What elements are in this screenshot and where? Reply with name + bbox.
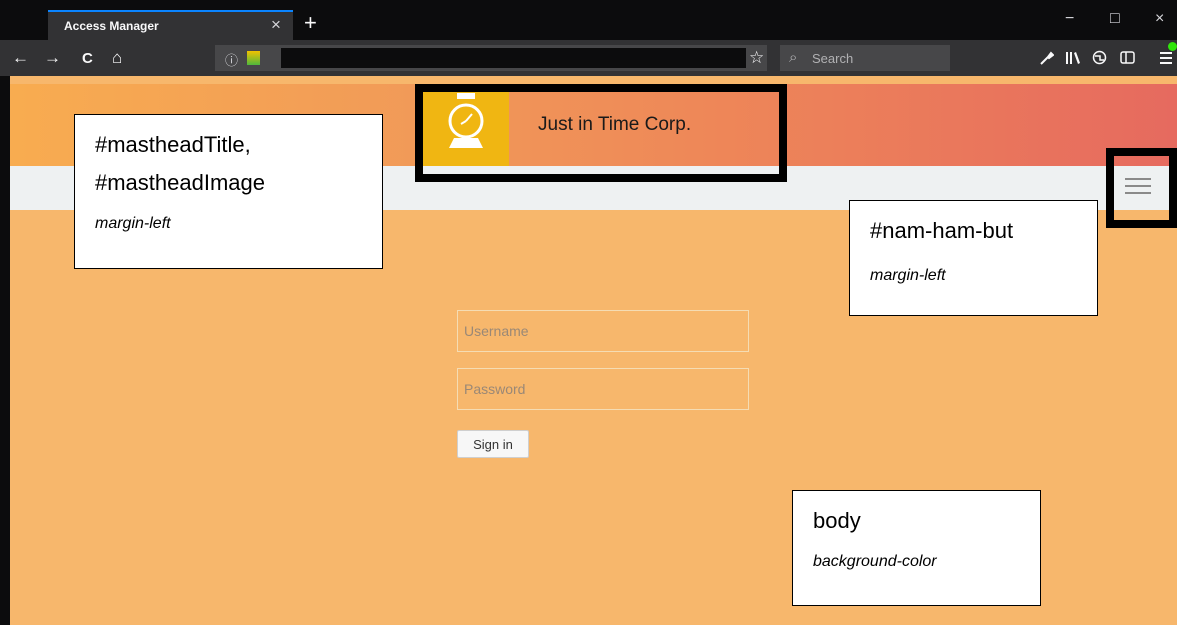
info-icon[interactable]: ⓘ [225, 50, 238, 69]
annotation-title: #mastheadImage [95, 170, 265, 195]
masthead-annotation: #mastheadTitle, #mastheadImage margin-le… [74, 114, 383, 269]
search-bar[interactable]: ⌕ Search [780, 45, 950, 71]
new-tab-icon[interactable]: + [304, 12, 317, 34]
reload-icon[interactable]: C [82, 50, 93, 67]
annotation-property: background-color [813, 553, 937, 570]
hamburger-highlight-box [1106, 148, 1177, 228]
masthead-highlight-box [415, 84, 787, 182]
back-icon[interactable]: ← [12, 49, 29, 66]
tab-close-icon[interactable]: × [271, 15, 281, 35]
wrench-icon[interactable] [1040, 51, 1054, 65]
annotation-title: #nam-ham-but [870, 218, 1014, 243]
annotation-title: #mastheadTitle, [95, 132, 251, 157]
lock-warning-icon[interactable] [247, 51, 260, 65]
annotation-property: margin-left [95, 215, 171, 232]
search-icon: ⌕ [789, 49, 798, 66]
minimize-icon[interactable]: − [1065, 10, 1074, 28]
username-input[interactable] [457, 310, 749, 352]
menu-icon[interactable] [1160, 50, 1172, 66]
sign-in-button[interactable]: Sign in [457, 430, 529, 458]
browser-tab-access-manager[interactable]: Access Manager × [48, 10, 293, 40]
password-input[interactable] [457, 368, 749, 410]
annotation-property: margin-left [870, 267, 946, 284]
update-badge [1168, 42, 1177, 51]
hamburger-annotation: #nam-ham-but margin-left [849, 200, 1098, 316]
search-placeholder: Search [812, 51, 854, 66]
close-window-icon[interactable]: × [1155, 10, 1164, 28]
page-frame-left [0, 76, 10, 625]
maximize-icon[interactable]: □ [1110, 10, 1120, 28]
body-annotation: body background-color [792, 490, 1041, 606]
tab-title: Access Manager [64, 19, 159, 33]
bookmark-star-icon[interactable]: ☆ [749, 48, 764, 68]
url-input[interactable] [281, 48, 746, 68]
home-icon[interactable]: ⌂ [112, 49, 122, 66]
library-icon[interactable] [1065, 51, 1081, 65]
annotation-title: body [813, 508, 861, 533]
browser-tab-bar: Access Manager × + − □ × [0, 0, 1177, 40]
forward-icon[interactable]: → [44, 49, 61, 66]
url-bar[interactable]: ⓘ ☆ [215, 45, 767, 71]
sidebar-icon[interactable] [1120, 51, 1135, 64]
globe-icon[interactable] [1092, 50, 1107, 65]
